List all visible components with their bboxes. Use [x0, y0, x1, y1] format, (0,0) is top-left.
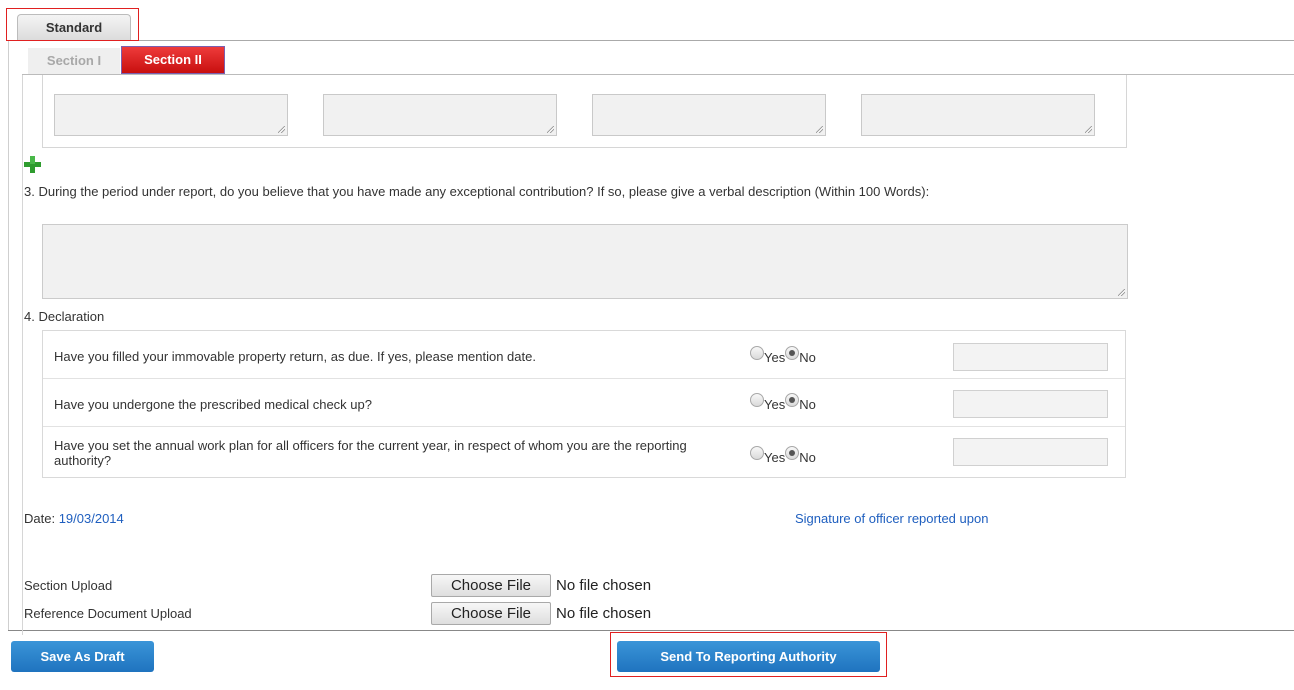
- question-3-label: 3. During the period under report, do yo…: [24, 184, 930, 199]
- resize-grip-icon[interactable]: [1085, 126, 1092, 133]
- section-upload-status: No file chosen: [556, 577, 652, 594]
- radio-no-1[interactable]: [785, 346, 800, 360]
- section-upload-choose-button[interactable]: Choose File: [431, 574, 551, 597]
- work-plan-input[interactable]: [953, 438, 1108, 466]
- date-label: Date:: [24, 511, 56, 526]
- contribution-textarea-1[interactable]: [54, 94, 288, 136]
- frame-top-border: [8, 40, 1294, 41]
- radio-no-label: No: [799, 450, 816, 465]
- reference-upload-choose-button[interactable]: Choose File: [431, 602, 551, 625]
- radio-yes-label: Yes: [764, 450, 786, 465]
- frame-bottom-border: [8, 630, 1294, 631]
- radio-no-2[interactable]: [785, 393, 800, 407]
- question-4-label: 4. Declaration: [24, 309, 105, 324]
- tab-section-2[interactable]: Section II: [121, 46, 225, 74]
- contribution-textarea-3[interactable]: [592, 94, 826, 136]
- contribution-textarea-4[interactable]: [861, 94, 1095, 136]
- declaration-question-1: Have you filled your immovable property …: [54, 349, 536, 364]
- radio-no-label: No: [799, 397, 816, 412]
- radio-yes-label: Yes: [764, 397, 786, 412]
- section-upload-label: Section Upload: [24, 578, 113, 593]
- row-divider: [43, 378, 1125, 379]
- declaration-2-radio-group: Yes No: [750, 393, 816, 412]
- reference-upload-label: Reference Document Upload: [24, 606, 192, 621]
- declaration-3-radio-group: Yes No: [750, 446, 816, 465]
- contribution-textarea-2[interactable]: [323, 94, 557, 136]
- medical-checkup-input[interactable]: [953, 390, 1108, 418]
- frame-left-border: [8, 40, 9, 630]
- signature-label: Signature of officer reported upon: [795, 511, 989, 526]
- save-as-draft-button[interactable]: Save As Draft: [11, 641, 154, 672]
- plus-icon[interactable]: [24, 156, 41, 173]
- radio-no-label: No: [799, 350, 816, 365]
- property-return-date-input[interactable]: [953, 343, 1108, 371]
- exceptional-contribution-textarea[interactable]: [42, 224, 1128, 299]
- date-row: Date: 19/03/2014: [24, 511, 124, 527]
- radio-yes-1[interactable]: [750, 346, 764, 360]
- resize-grip-icon[interactable]: [1118, 289, 1125, 296]
- radio-no-3[interactable]: [785, 446, 800, 460]
- radio-yes-2[interactable]: [750, 393, 764, 407]
- tab-section-1[interactable]: Section I: [28, 48, 120, 74]
- date-value: 19/03/2014: [58, 511, 124, 526]
- radio-yes-label: Yes: [764, 350, 786, 365]
- standard-tab-highlight: [6, 8, 139, 41]
- resize-grip-icon[interactable]: [547, 126, 554, 133]
- content-left-border: [22, 75, 23, 635]
- resize-grip-icon[interactable]: [816, 126, 823, 133]
- reference-upload-status: No file chosen: [556, 605, 652, 622]
- send-button-highlight: [610, 632, 887, 677]
- declaration-1-radio-group: Yes No: [750, 346, 816, 365]
- row-divider: [43, 426, 1125, 427]
- radio-yes-3[interactable]: [750, 446, 764, 460]
- declaration-question-2: Have you undergone the prescribed medica…: [54, 397, 372, 412]
- resize-grip-icon[interactable]: [278, 126, 285, 133]
- declaration-question-3: Have you set the annual work plan for al…: [54, 438, 687, 468]
